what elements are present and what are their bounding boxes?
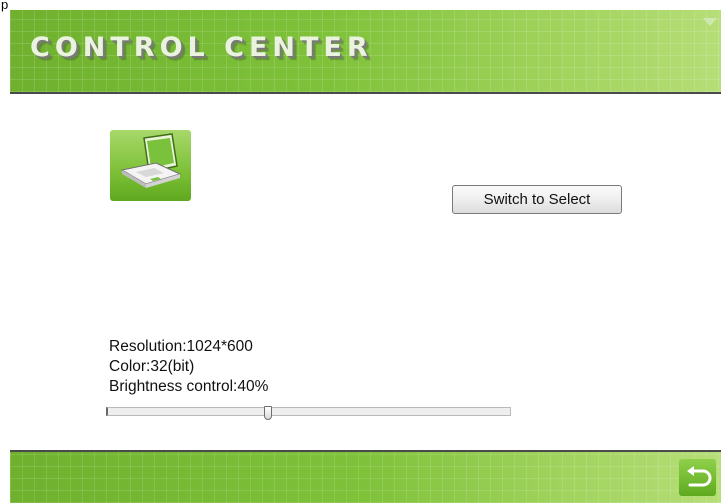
resolution-text: Resolution:1024*600	[109, 338, 253, 355]
collapse-triangle-icon[interactable]	[703, 18, 717, 26]
slider-thumb[interactable]	[264, 406, 272, 420]
laptop-icon	[110, 130, 191, 201]
header-bar: CONTROL CENTER	[10, 10, 721, 94]
slider-track[interactable]	[106, 407, 511, 416]
laptop-icon-graphic	[120, 133, 182, 188]
footer-bar	[10, 450, 721, 503]
page-title: CONTROL CENTER	[30, 32, 373, 63]
brightness-slider[interactable]	[106, 406, 511, 420]
window-title: p	[1, 0, 9, 12]
display-info: Resolution:1024*600 Color:32(bit) Bright…	[109, 337, 268, 397]
return-arrow-icon	[687, 466, 712, 487]
brightness-label: Brightness control:40%	[109, 378, 269, 395]
main-content: Switch to Select Resolution:1024*600 Col…	[10, 94, 721, 450]
switch-to-select-button[interactable]: Switch to Select	[452, 185, 622, 214]
back-button[interactable]	[679, 459, 716, 496]
color-depth-text: Color:32(bit)	[109, 358, 195, 375]
